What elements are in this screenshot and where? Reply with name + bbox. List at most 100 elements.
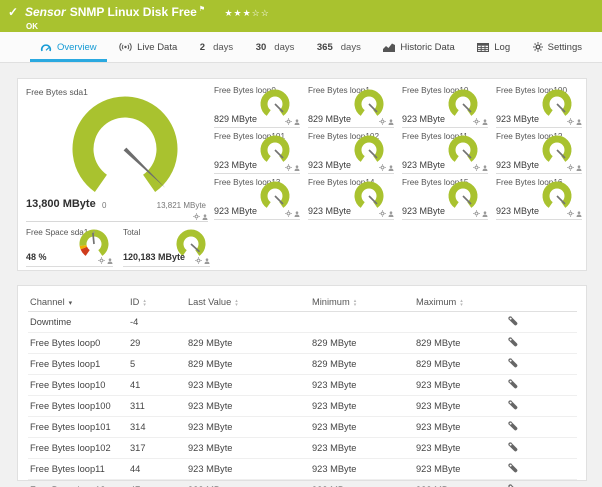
max-cell: 923 MByte	[414, 479, 506, 487]
channel-settings-icon[interactable]	[508, 442, 518, 452]
channel-cell: Free Bytes loop10	[28, 374, 128, 396]
small-gauge-cell[interactable]: Free Bytes loop10 923 MByte	[402, 84, 488, 128]
table-row: Free Bytes loop1247923 MByte923 MByte923…	[28, 479, 577, 487]
gear-icon[interactable]	[98, 257, 105, 264]
id-cell: 311	[128, 395, 186, 417]
max-cell: 923 MByte	[414, 395, 506, 417]
tab-settings[interactable]: Settings	[523, 32, 592, 62]
small-gauge-cell[interactable]: Free Bytes loop13 923 MByte	[214, 176, 300, 220]
gear-icon[interactable]	[567, 164, 574, 171]
user-icon[interactable]	[294, 165, 300, 171]
small-gauge-cell[interactable]: Free Bytes loop101 923 MByte	[214, 130, 300, 174]
channel-cell: Free Bytes loop102	[28, 437, 128, 459]
channel-table: Channel ▾ ID ▴ ▾ Last Value ▴ ▾ Minimum ▴ ▾ Maximum…	[28, 292, 577, 487]
channel-cell: Free Bytes loop100	[28, 395, 128, 417]
tab-30-days[interactable]: 30 days	[246, 32, 305, 62]
user-icon[interactable]	[202, 214, 208, 220]
actions-cell	[506, 353, 577, 375]
user-icon[interactable]	[576, 165, 582, 171]
user-icon[interactable]	[482, 165, 488, 171]
tab-historic-data[interactable]: Historic Data	[373, 32, 464, 62]
small-gauge-cell[interactable]: Free Bytes loop0 829 MByte	[214, 84, 300, 128]
gauge-value: 923 MByte	[496, 114, 540, 124]
user-icon[interactable]	[294, 119, 300, 125]
channel-settings-icon[interactable]	[508, 316, 518, 326]
chart-icon	[383, 42, 396, 52]
channel-settings-icon[interactable]	[508, 358, 518, 368]
small-gauge-cell[interactable]: Free Bytes loop11 923 MByte	[402, 130, 488, 174]
gear-icon[interactable]	[285, 118, 292, 125]
user-icon[interactable]	[576, 119, 582, 125]
small-gauge-cell[interactable]: Free Bytes loop1 829 MByte	[308, 84, 394, 128]
live-icon	[119, 42, 132, 52]
tab-log[interactable]: Log	[467, 32, 520, 62]
column-header-id[interactable]: ID ▴ ▾	[128, 292, 186, 312]
user-icon[interactable]	[482, 119, 488, 125]
min-cell: 923 MByte	[310, 416, 414, 438]
small-gauge-cell[interactable]: Free Bytes loop16 923 MByte	[496, 176, 582, 220]
gear-icon[interactable]	[473, 164, 480, 171]
gauge-actions	[285, 164, 300, 171]
gauge-actions	[285, 210, 300, 217]
column-header-last[interactable]: Last Value ▴ ▾	[186, 292, 310, 312]
max-cell	[414, 311, 506, 333]
gear-icon[interactable]	[193, 213, 200, 220]
main-gauge-cell[interactable]: Free Bytes sda1 13,800 MByte 0 13,821 MB…	[26, 84, 208, 222]
max-cell: 923 MByte	[414, 437, 506, 459]
bottom-gauge-cell[interactable]: Free Space sda1 48 %	[26, 227, 113, 267]
tab-overview[interactable]: Overview	[30, 32, 107, 62]
channel-settings-icon[interactable]	[508, 421, 518, 431]
gauge-title: Total	[123, 228, 141, 237]
gauge-actions	[195, 257, 210, 264]
user-icon[interactable]	[294, 211, 300, 217]
user-icon[interactable]	[388, 165, 394, 171]
gear-icon[interactable]	[195, 257, 202, 264]
small-gauge-cell[interactable]: Free Bytes loop14 923 MByte	[308, 176, 394, 220]
gear-icon[interactable]	[473, 210, 480, 217]
priority-stars[interactable]: ★★★☆☆	[224, 8, 269, 18]
tab-2-days[interactable]: 2 days	[190, 32, 243, 62]
channel-settings-icon[interactable]	[508, 463, 518, 473]
user-icon[interactable]	[388, 211, 394, 217]
gear-icon[interactable]	[379, 164, 386, 171]
channel-cell: Free Bytes loop101	[28, 416, 128, 438]
gauge-actions	[379, 164, 394, 171]
gear-icon[interactable]	[567, 210, 574, 217]
gear-icon[interactable]	[285, 164, 292, 171]
small-gauge-cell[interactable]: Free Bytes loop100 923 MByte	[496, 84, 582, 128]
last-cell: 829 MByte	[186, 332, 310, 354]
channel-settings-icon[interactable]	[508, 379, 518, 389]
tab-365-days[interactable]: 365 days	[307, 32, 371, 62]
column-header-min[interactable]: Minimum ▴ ▾	[310, 292, 414, 312]
gauge-actions	[379, 118, 394, 125]
last-cell: 829 MByte	[186, 353, 310, 375]
table-row: Free Bytes loop101 314 923 MByte 923 MByte 9…	[28, 416, 577, 438]
bottom-gauge-cell[interactable]: Total 120,183 MByte	[123, 227, 210, 267]
user-icon[interactable]	[576, 211, 582, 217]
last-cell: 923 MByte	[186, 395, 310, 417]
small-gauge-cell[interactable]: Free Bytes loop15 923 MByte	[402, 176, 488, 220]
small-gauge-cell[interactable]: Free Bytes loop102 923 MByte	[308, 130, 394, 174]
gear-icon[interactable]	[473, 118, 480, 125]
gear-icon[interactable]	[567, 118, 574, 125]
gauge-value: 923 MByte	[214, 160, 258, 170]
actions-cell	[506, 458, 577, 480]
gauge-actions	[193, 213, 208, 220]
channel-settings-icon[interactable]	[508, 400, 518, 410]
gauge-value: 923 MByte	[402, 114, 446, 124]
user-icon[interactable]	[388, 119, 394, 125]
user-icon[interactable]	[107, 258, 113, 264]
small-gauge-cell[interactable]: Free Bytes loop12 923 MByte	[496, 130, 582, 174]
user-icon[interactable]	[204, 258, 210, 264]
channel-settings-icon[interactable]	[508, 337, 518, 347]
gear-icon[interactable]	[379, 118, 386, 125]
column-header-max[interactable]: Maximum ▴ ▾	[414, 292, 506, 312]
gauge-actions	[567, 164, 582, 171]
column-header-channel[interactable]: Channel ▾	[28, 292, 128, 312]
tab-live-data[interactable]: Live Data	[109, 32, 187, 62]
gear-icon[interactable]	[379, 210, 386, 217]
sort-icon: ▴ ▾	[353, 297, 357, 308]
prtg-sensor-page: ✓ Sensor SNMP Linux Disk Free ⚑ ★★★☆☆ OK O…	[0, 0, 602, 487]
user-icon[interactable]	[482, 211, 488, 217]
gear-icon[interactable]	[285, 210, 292, 217]
